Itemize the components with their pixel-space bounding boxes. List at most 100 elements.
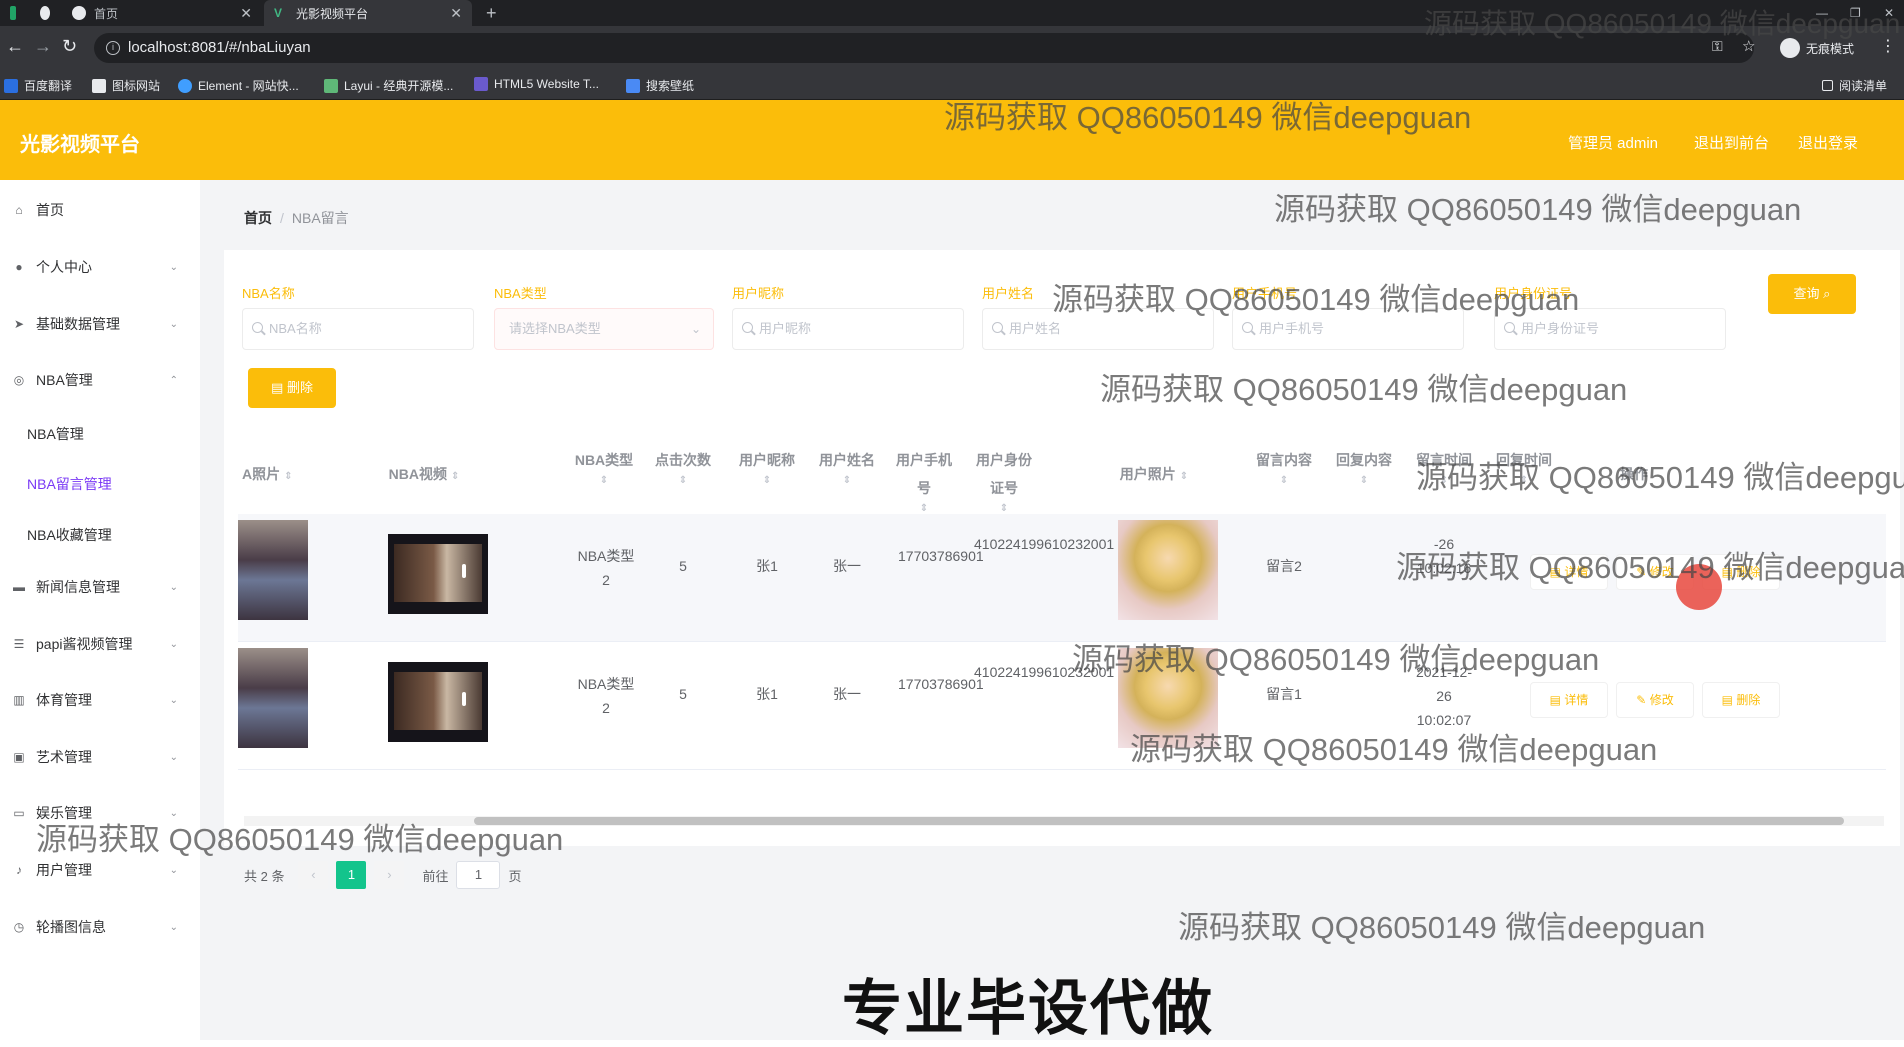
column-header[interactable]: 用户手机号 ⇕ [894, 446, 954, 516]
column-header[interactable]: 用户昵称 ⇕ [730, 446, 804, 488]
sidebar-item-basic-data[interactable]: ➤ 基础数据管理 ⌄ [0, 304, 200, 344]
column-header[interactable]: A照片 ⇕ [242, 460, 302, 488]
chevron-down-icon: ⌄ [169, 864, 178, 876]
nickname-input[interactable]: 用户昵称 [732, 308, 964, 350]
bookmark-item[interactable]: Layui - 经典开源模... [324, 77, 453, 94]
nba-type-select[interactable]: 请选择NBA类型 ⌄ [494, 308, 714, 350]
nba-name-input[interactable]: NBA名称 [242, 308, 474, 350]
close-icon[interactable]: ✕ [450, 5, 462, 22]
user-photo-thumbnail[interactable] [1118, 520, 1218, 620]
chevron-down-icon: ⌄ [690, 322, 701, 336]
next-page-button[interactable]: › [374, 861, 405, 889]
cell-message: 留言2 [1266, 558, 1302, 574]
info-icon[interactable]: i [106, 41, 120, 55]
forward-icon[interactable]: → [34, 36, 52, 57]
chevron-down-icon: ⌄ [169, 921, 178, 933]
watermark-text: 源码获取 QQ86050149 微信deepguan [1130, 732, 1658, 767]
batch-delete-button[interactable]: ▤ 删除 [248, 368, 336, 408]
chevron-up-icon: ⌃ [169, 374, 178, 386]
reading-list-label: 阅读清单 [1839, 79, 1888, 93]
sidebar-item-nba[interactable]: ◎ NBA管理 ⌃ [0, 360, 200, 400]
sidebar-item-papi[interactable]: ☰ papi酱视频管理 ⌄ [0, 624, 200, 664]
edit-icon: ✎ [1636, 693, 1647, 707]
pagination-total: 共 2 条 [244, 868, 285, 884]
cell-clicks: 5 [679, 558, 687, 574]
goto-prefix: 前往 [422, 868, 449, 884]
sidebar-item-label: papi酱视频管理 [36, 636, 133, 652]
sidebar-subitem-nba-favorite[interactable]: NBA收藏管理 [27, 525, 112, 545]
page-number[interactable]: 1 [336, 861, 367, 889]
scrollbar-thumb[interactable] [474, 817, 1844, 825]
sort-icon: ⇕ [599, 475, 609, 486]
a-photo-thumbnail[interactable] [238, 520, 308, 620]
bookmark-item[interactable]: 百度翻译 [4, 77, 72, 94]
sort-icon: ⇕ [284, 471, 293, 482]
column-header[interactable]: 用户照片 ⇕ [1104, 460, 1204, 488]
globe-icon [72, 6, 86, 20]
reload-icon[interactable]: ↻ [62, 36, 77, 57]
close-icon[interactable]: ✕ [240, 5, 252, 22]
nba-video-thumbnail[interactable] [388, 534, 488, 614]
user-icon: ● [15, 260, 23, 274]
element-icon [178, 78, 192, 93]
sidebar-item-news[interactable]: ▬ 新闻信息管理 ⌄ [0, 567, 200, 607]
sidebar-item-label: 艺术管理 [36, 749, 92, 765]
cell-name: 张一 [833, 686, 861, 702]
breadcrumb-home[interactable]: 首页 [244, 210, 272, 226]
a-photo-thumbnail[interactable] [238, 648, 308, 748]
placeholder: 用户身份证号 [1521, 321, 1600, 336]
bookmark-label: 百度翻译 [24, 79, 73, 93]
column-header[interactable]: 点击次数 ⇕ [646, 446, 720, 488]
window-menu-icon[interactable] [0, 0, 26, 26]
sidebar-item-carousel[interactable]: ◷ 轮播图信息 ⌄ [0, 907, 200, 947]
column-header[interactable]: NBA视频 ⇕ [374, 460, 474, 488]
query-button[interactable]: 查询 ⌕ [1768, 274, 1856, 314]
bookmark-item[interactable]: HTML5 Website T... [474, 77, 599, 91]
back-to-front-link[interactable]: 退出到前台 [1694, 132, 1769, 153]
bookmark-item[interactable]: Element - 网站快... [178, 77, 299, 94]
cell-phone: 17703786901 [898, 676, 984, 692]
column-header[interactable]: NBA类型 ⇕ [574, 446, 634, 488]
sidebar-item-art[interactable]: ▣ 艺术管理 ⌄ [0, 737, 200, 777]
goto-page-input[interactable]: 1 [456, 861, 501, 889]
sidebar-item-profile[interactable]: ● 个人中心 ⌄ [0, 247, 200, 287]
new-tab-button[interactable]: + [476, 0, 502, 26]
sidebar-item-sports[interactable]: ▥ 体育管理 ⌄ [0, 680, 200, 720]
sidebar-subitem-nba-message[interactable]: NBA留言管理 [27, 474, 112, 494]
column-title: 用户手机号 [896, 452, 952, 496]
placeholder: 请选择NBA类型 [509, 321, 601, 336]
nba-video-thumbnail[interactable] [388, 662, 488, 742]
column-header[interactable]: 回复内容 ⇕ [1332, 446, 1396, 488]
slogan-caption: 专业毕设代做 [842, 975, 1214, 1042]
placeholder: NBA名称 [269, 321, 322, 336]
breadcrumb: 首页 / NBA留言 [244, 208, 349, 228]
delete-row-button[interactable]: ▤ 删除 [1702, 682, 1780, 718]
logout-link[interactable]: 退出登录 [1798, 132, 1858, 153]
column-header[interactable]: 留言内容 ⇕ [1252, 446, 1316, 488]
chrome-icon[interactable] [30, 0, 60, 26]
column-title: 用户姓名 [819, 452, 875, 468]
sidebar-subitem-nba[interactable]: NBA管理 [27, 424, 84, 444]
back-icon[interactable]: ← [6, 36, 24, 57]
detail-button[interactable]: ▤ 详情 [1530, 682, 1608, 718]
watermark-text: 源码获取 QQ86050149 微信deepguan [1274, 192, 1802, 227]
reading-list[interactable]: 阅读清单 [1822, 77, 1887, 94]
filter-label-nickname: 用户昵称 [732, 286, 785, 301]
bookmark-item[interactable]: 搜索壁纸 [626, 77, 694, 94]
column-header[interactable]: 用户身份证号 ⇕ [974, 446, 1034, 516]
cell-idcard: 410224199610232001 [974, 536, 1115, 552]
chevron-down-icon: ⌄ [169, 581, 178, 593]
search-icon: ⌕ [1823, 286, 1831, 301]
column-header[interactable]: 用户姓名 ⇕ [810, 446, 884, 488]
sidebar-item-home[interactable]: ⌂ 首页 [0, 190, 200, 230]
prev-page-button[interactable]: ‹ [298, 861, 329, 889]
tab-home[interactable]: 首页 ✕ [62, 0, 262, 26]
bookmark-item[interactable]: 图标网站 [92, 77, 160, 94]
sidebar-item-label: 用户管理 [36, 862, 92, 878]
edit-button[interactable]: ✎ 修改 [1616, 682, 1694, 718]
tab-platform[interactable]: V 光影视频平台 ✕ [264, 0, 472, 26]
mic-icon: ♪ [16, 863, 22, 877]
filter-label-nba-type: NBA类型 [494, 286, 547, 301]
bookmark-label: HTML5 Website T... [494, 77, 599, 91]
tab-platform-label: 光影视频平台 [296, 6, 369, 21]
